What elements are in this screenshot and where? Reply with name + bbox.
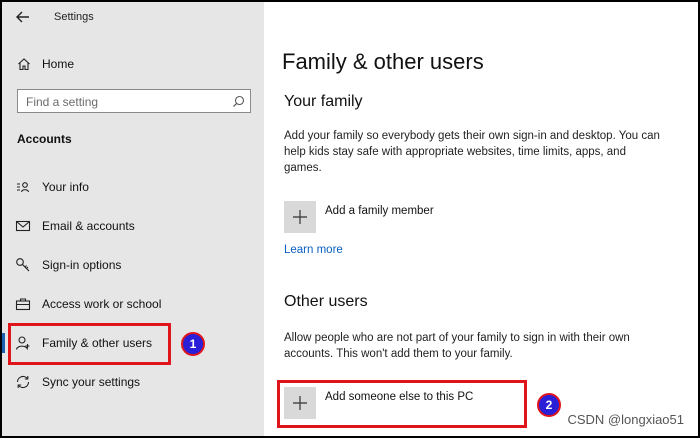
add-family-member-button[interactable]: Add a family member	[284, 201, 584, 233]
add-family-member-label: Add a family member	[325, 205, 434, 217]
your-family-description: Add your family so everybody gets their …	[284, 130, 660, 174]
home-icon	[17, 57, 31, 71]
briefcase-icon	[15, 296, 31, 312]
mail-icon	[15, 218, 31, 234]
other-users-heading: Other users	[284, 293, 368, 310]
sidebar-item-your-info[interactable]: Your info	[2, 174, 264, 200]
sidebar-item-label: Sync your settings	[42, 375, 141, 389]
sidebar-item-access-work[interactable]: Access work or school	[2, 291, 264, 317]
sidebar: Settings Home Find a setting Accounts Yo…	[2, 2, 264, 436]
sidebar-item-label: Access work or school	[42, 297, 162, 311]
person-card-icon	[15, 179, 31, 195]
search-input[interactable]: Find a setting	[17, 89, 251, 113]
sidebar-item-label: Email & accounts	[42, 219, 135, 233]
home-label: Home	[42, 57, 75, 71]
watermark: CSDN @longxiao51	[567, 412, 684, 427]
your-family-heading: Your family	[284, 93, 363, 110]
key-icon	[15, 257, 31, 273]
sidebar-item-sign-in-options[interactable]: Sign-in options	[2, 252, 264, 278]
annotation-box-2	[277, 380, 527, 428]
annotation-badge-1: 1	[181, 332, 205, 356]
title-bar: Settings	[2, 2, 264, 32]
main-content: Family & other users Your family Add you…	[264, 2, 698, 436]
search-icon[interactable]	[232, 95, 245, 108]
annotation-badge-2: 2	[537, 393, 561, 417]
section-heading-accounts: Accounts	[17, 132, 72, 146]
page-title: Family & other users	[282, 49, 484, 74]
sidebar-item-label: Your info	[42, 180, 89, 194]
sync-icon	[15, 374, 31, 390]
other-users-description: Allow people who are not part of your fa…	[284, 332, 630, 360]
learn-more-link[interactable]: Learn more	[284, 244, 343, 256]
sidebar-item-home[interactable]: Home	[2, 52, 264, 76]
plus-icon	[284, 201, 316, 233]
settings-window: Settings Home Find a setting Accounts Yo…	[0, 0, 700, 438]
selected-indicator	[2, 333, 5, 353]
annotation-box-1	[8, 323, 171, 365]
search-placeholder: Find a setting	[26, 95, 99, 109]
sidebar-item-sync-settings[interactable]: Sync your settings	[2, 369, 264, 395]
sidebar-item-email-accounts[interactable]: Email & accounts	[2, 213, 264, 239]
window-title: Settings	[54, 11, 94, 23]
back-arrow-icon[interactable]	[12, 8, 34, 26]
sidebar-item-label: Sign-in options	[42, 258, 122, 272]
